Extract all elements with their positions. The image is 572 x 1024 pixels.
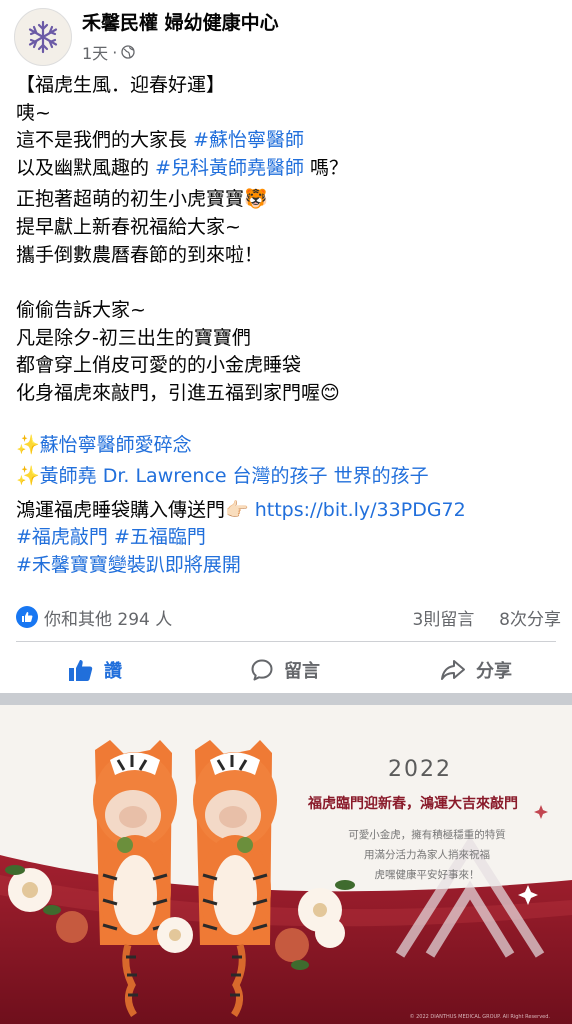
post-line: 這不是我們的大家長 #蘇怡寧醫師 — [16, 127, 561, 155]
post-line: 正抱著超萌的初生小虎寶寶🐯 — [16, 188, 268, 211]
hashtag-link[interactable]: ✨黃師堯 Dr. Lawrence 台灣的孩子 世界的孩子 — [16, 465, 429, 487]
post-timestamp[interactable]: 1天 — [82, 40, 108, 64]
engagement-counts: 3則留言 8次分享 — [413, 605, 561, 630]
post-line: #福虎敲門 #五福臨門 — [16, 524, 561, 552]
thumbs-up-icon — [22, 612, 33, 622]
post-line: 攜手倒數農曆春節的到來啦！ — [16, 243, 264, 266]
hashtag-link[interactable]: #禾馨寶寶變裝趴即將展開 — [16, 554, 241, 576]
post-text: 這不是我們的大家長 — [16, 129, 194, 152]
like-reaction-icon — [16, 606, 38, 628]
post-line: 化身福虎來敲門，引進五福到家門喔😊 — [16, 381, 340, 404]
thumbs-up-icon — [69, 660, 93, 681]
hashtag-link[interactable]: #福虎敲門 #五福臨門 — [16, 526, 206, 548]
banner-copyright: © 2022 DIANTHUS MEDICAL GROUP. All Right… — [409, 1014, 550, 1020]
post-body: 【福虎生風．迎春好運】 咦~ 這不是我們的大家長 #蘇怡寧醫師 以及幽默風趣的 … — [16, 72, 561, 580]
reaction-summary[interactable]: 你和其他 294 人 — [44, 605, 172, 630]
banner-headline: 福虎臨門迎新春，鴻運大吉來敲門 — [308, 796, 518, 812]
snowflake-logo-icon — [28, 20, 58, 54]
post-line: 【福虎生風．迎春好運】 — [16, 74, 226, 96]
banner-year: 2022 — [388, 757, 452, 782]
post-meta: 1天 · — [82, 40, 135, 64]
post-line: 偷偷告訴大家~ — [16, 299, 146, 322]
hashtag-link[interactable]: ✨蘇怡寧醫師愛碎念 — [16, 434, 192, 456]
post-text: 鴻運福虎睡袋購入傳送門👉🏻 — [16, 498, 255, 521]
post-line: 咦~ — [16, 101, 51, 124]
hashtag-link[interactable]: #兒科黃師堯醫師 — [155, 157, 304, 179]
divider — [16, 641, 556, 642]
post-line: ✨蘇怡寧醫師愛碎念 — [16, 432, 561, 460]
comment-count[interactable]: 3則留言 — [413, 610, 475, 630]
comment-label: 留言 — [284, 661, 320, 682]
banner-copy: 可愛小金虎，擁有積極穩重的特質 用滿分活力為家人捎來祝福 虎嘿健康平安好事來！ — [322, 825, 532, 885]
action-bar: 讚 留言 分享 — [0, 647, 572, 693]
meta-separator: · — [112, 42, 118, 62]
post-text: 嗎？ — [303, 156, 349, 179]
post-line: 以及幽默風趣的 #兒科黃師堯醫師 嗎？ — [16, 155, 561, 183]
post-line: 鴻運福虎睡袋購入傳送門👉🏻 https://bit.ly/33PDG72 — [16, 497, 561, 525]
post-line: 凡是除夕-初三出生的寶寶們 — [16, 326, 251, 349]
banner-copy-line: 用滿分活力為家人捎來祝福 — [364, 849, 490, 861]
post-image[interactable]: 2022 福虎臨門迎新春，鴻運大吉來敲門 可愛小金虎，擁有積極穩重的特質 用滿分… — [0, 705, 572, 1024]
like-label: 讚 — [104, 661, 122, 682]
comment-button[interactable]: 留言 — [250, 647, 320, 693]
post-line: #禾馨寶寶變裝趴即將展開 — [16, 552, 561, 580]
share-label: 分享 — [476, 661, 512, 682]
banner-copy-line: 可愛小金虎，擁有積極穩重的特質 — [348, 829, 506, 841]
share-arrow-icon — [441, 660, 465, 680]
share-count[interactable]: 8次分享 — [499, 610, 561, 630]
page-avatar[interactable] — [14, 8, 72, 66]
hashtag-link[interactable]: #蘇怡寧醫師 — [193, 129, 304, 151]
post-text: 以及幽默風趣的 — [16, 156, 156, 179]
external-link[interactable]: https://bit.ly/33PDG72 — [255, 499, 466, 521]
feed-separator — [0, 693, 572, 705]
banner-copy-line: 虎嘿健康平安好事來！ — [374, 869, 480, 881]
comment-bubble-icon — [251, 659, 273, 681]
post-line: ✨黃師堯 Dr. Lawrence 台灣的孩子 世界的孩子 — [16, 463, 561, 491]
reactions-bar: 你和其他 294 人 3則留言 8次分享 — [16, 603, 561, 631]
like-button[interactable]: 讚 — [68, 647, 122, 693]
post-header: 禾馨民權 婦幼健康中心 1天 · — [0, 0, 572, 66]
post-line: 提早獻上新春祝福給大家~ — [16, 215, 241, 238]
post-line: 都會穿上俏皮可愛的的小金虎睡袋 — [16, 354, 302, 377]
share-button[interactable]: 分享 — [440, 647, 512, 693]
page-name-link[interactable]: 禾馨民權 婦幼健康中心 — [82, 8, 279, 35]
globe-icon — [121, 45, 135, 59]
